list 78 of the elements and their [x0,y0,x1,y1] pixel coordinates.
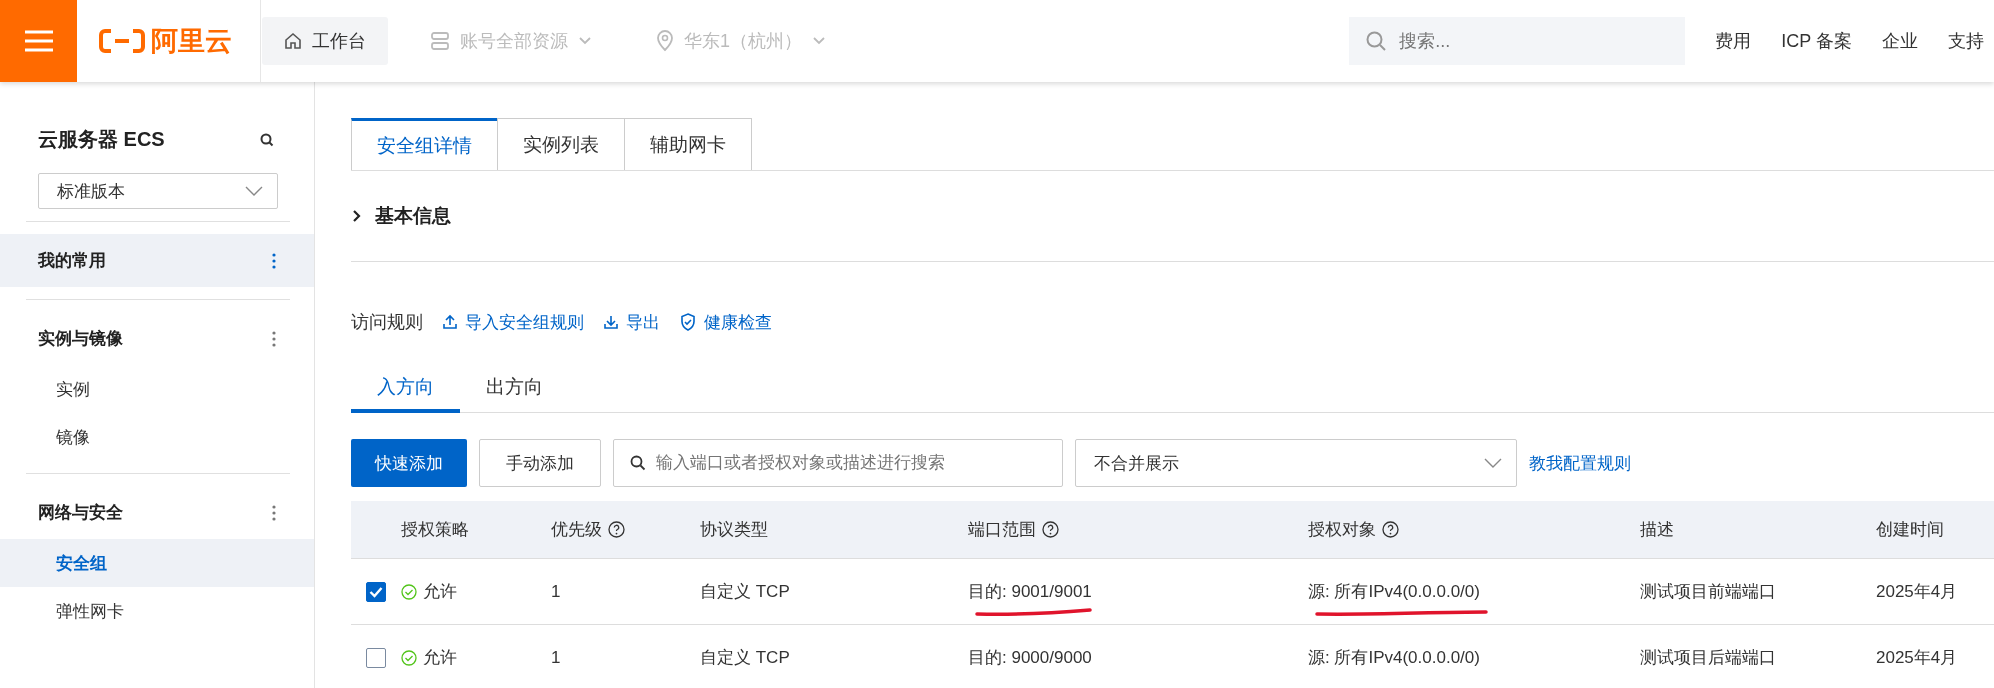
column-header: 授权策略 [401,519,469,541]
check-circle-icon [401,649,417,666]
table-cell-text: 源: 所有IPv4(0.0.0.0/0) [1308,647,1480,669]
table-cell-text: 允许 [423,581,457,603]
search-field[interactable]: 搜索... [1349,17,1686,65]
top-link[interactable]: 费用 [1715,29,1752,53]
manual-add-button[interactable]: 手动添加 [479,439,601,487]
search-icon [630,455,646,471]
chevron-down-icon [578,36,592,46]
action-link[interactable]: 导入安全组规则 [443,310,584,334]
quick-add-button[interactable]: 快速添加 [351,439,467,487]
rules-title: 访问规则 [351,311,423,334]
server-icon [430,31,450,51]
table-cell: 1 [551,647,561,668]
direction-tab[interactable]: 出方向 [460,365,569,413]
sidebar-item[interactable]: 弹性网卡 [0,587,314,635]
logo-icon [99,28,145,54]
column-header: 协议类型 [700,519,768,541]
help-icon [1042,521,1059,538]
table-cell: 源: 所有IPv4(0.0.0.0/0) [1308,580,1480,603]
direction-tab[interactable]: 入方向 [351,365,460,413]
table-cell-text: 2025年4月 [1876,581,1958,603]
chevron-down-icon [245,185,263,197]
sidebar-group[interactable]: 网络与安全 [0,486,314,539]
search-icon[interactable] [260,132,274,147]
chevron-down-icon [1484,457,1502,469]
shield-icon [680,313,696,331]
search-icon [1365,30,1388,52]
more-icon [272,330,276,347]
sidebar-item[interactable]: 安全组 [0,539,314,587]
tab[interactable]: 安全组详情 [351,118,498,170]
upload-icon [443,314,457,330]
row-checkbox[interactable] [366,647,386,668]
tab[interactable]: 辅助网卡 [624,118,752,170]
table-cell: 1 [551,581,561,602]
top-link[interactable]: 支持 [1948,29,1984,53]
top-link[interactable]: ICP 备案 [1781,29,1852,53]
action-link[interactable]: 导出 [604,310,660,334]
sidebar-item[interactable]: 实例 [0,365,314,413]
sidebar-group[interactable]: 我的常用 [0,234,314,287]
table-cell-text: 自定义 TCP [700,647,790,669]
more-icon [272,252,276,269]
section-header[interactable]: 基本信息 [351,171,1994,262]
column-header: 端口范围 [968,519,1036,541]
more-icon [272,504,276,521]
sidebar-item[interactable]: 镜像 [0,413,314,461]
table-cell: 目的: 9001/9001 [968,580,1092,603]
search-field[interactable]: 输入端口或者授权对象或描述进行搜索 [613,439,1063,487]
check-circle-icon [401,583,417,600]
download-icon [604,314,618,330]
merge-select[interactable]: 不合并展示 [1075,439,1517,487]
top-link[interactable]: 企业 [1882,29,1918,53]
table-cell-text: 测试项目前端端口 [1640,581,1776,603]
help-icon [608,521,625,538]
table-cell-text: 目的: 9000/9000 [968,647,1092,669]
location-icon [656,30,674,52]
logo-text: 阿里云 [151,25,232,58]
help-link[interactable]: 教我配置规则 [1529,451,1631,475]
nav-item[interactable]: 工作台 [262,17,388,65]
action-link[interactable]: 健康检查 [680,310,772,334]
menu-icon [24,30,53,52]
version-select[interactable]: 标准版本 [38,173,278,209]
column-header: 授权对象 [1308,519,1376,541]
table-cell-text: 自定义 TCP [700,581,790,603]
product-title: 云服务器 ECS [38,127,165,152]
column-header: 优先级 [551,519,602,541]
table-cell-text: 允许 [423,647,457,669]
menu-button[interactable] [0,0,77,82]
chevron-down-icon [812,36,826,46]
row-checkbox[interactable] [366,581,386,602]
table-cell-text: 2025年4月 [1876,647,1958,669]
sidebar-group[interactable]: 实例与镜像 [0,312,314,365]
table-cell-text: 测试项目后端端口 [1640,647,1776,669]
home-icon [284,32,302,50]
help-icon [1382,521,1399,538]
column-header: 描述 [1640,519,1674,541]
column-header: 创建时间 [1876,519,1944,541]
chevron-right-icon [351,209,363,223]
